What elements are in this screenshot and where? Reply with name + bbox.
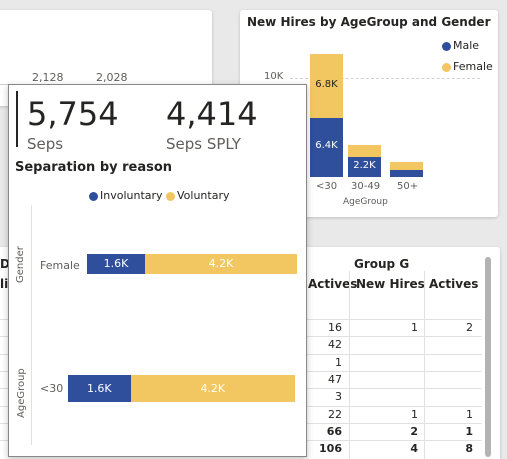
table-cell[interactable]: 22	[302, 408, 342, 421]
table-cell[interactable]: 4	[350, 442, 418, 455]
column-header-actives[interactable]: Actives	[429, 277, 478, 291]
axis-line	[31, 205, 32, 445]
kpi-accent-bar	[16, 91, 18, 147]
bar-data-label: 1.6K	[103, 257, 129, 270]
tooltip-panel: 5,754 Seps 4,414 Seps SPLY Separation by…	[8, 84, 307, 457]
table-cell[interactable]: 66	[302, 425, 342, 438]
category-label: <30	[40, 382, 64, 395]
bar-data-label: 1.6K	[86, 381, 112, 395]
column-female-1[interactable]	[348, 145, 381, 157]
table-cell[interactable]: 1	[302, 356, 342, 369]
table-cell[interactable]: 106	[302, 442, 342, 455]
column-data-label: 6.4K	[315, 140, 338, 152]
table-cell[interactable]: 1	[425, 425, 473, 438]
column-female-2[interactable]	[390, 162, 423, 170]
column-data-label: 2.2K	[353, 159, 376, 171]
column-header-new-hires[interactable]: New Hires	[356, 277, 425, 291]
dimension-label-agegroup: AgeGroup	[16, 368, 27, 418]
x-axis-tick: <30	[316, 181, 338, 192]
legend-male-marker	[442, 42, 451, 51]
legend-male[interactable]: Male	[453, 39, 479, 52]
seps-sply-label: Seps SPLY	[166, 135, 241, 153]
legend-involuntary-marker	[89, 192, 98, 201]
dimension-label-gender: Gender	[15, 246, 26, 283]
legend-female[interactable]: Female	[453, 60, 493, 73]
vertical-scrollbar[interactable]	[485, 257, 491, 457]
x-axis-tick: 30-49	[351, 181, 381, 192]
seps-sply-value: 4,414	[166, 95, 258, 133]
table-cell[interactable]: 2	[350, 425, 418, 438]
table-cell[interactable]: 16	[302, 321, 342, 334]
line-data-label: 2,028	[96, 71, 128, 84]
legend-female-marker	[442, 63, 451, 72]
legend-voluntary: Voluntary	[177, 189, 230, 202]
table-cell[interactable]: 42	[302, 338, 342, 351]
column-male-2[interactable]	[390, 169, 423, 177]
legend-involuntary: Involuntary	[100, 189, 163, 202]
table-cell[interactable]: 2	[425, 321, 473, 334]
group-g-header: Group G	[354, 257, 410, 271]
table-cell[interactable]: 3	[302, 390, 342, 403]
chart-title: New Hires by AgeGroup and Gender	[247, 15, 491, 29]
x-axis-tick: 50+	[397, 181, 419, 192]
table-cell[interactable]: 1	[425, 408, 473, 421]
bar-data-label: 4.2K	[208, 257, 234, 270]
table-cell[interactable]: 1	[350, 321, 418, 334]
table-cell[interactable]: 8	[425, 442, 473, 455]
line-data-label: 2,128	[32, 71, 64, 84]
seps-value: 5,754	[27, 95, 119, 133]
chart-title: Separation by reason	[15, 160, 173, 175]
legend-voluntary-marker	[166, 192, 175, 201]
table-cell[interactable]: 1	[350, 408, 418, 421]
seps-label: Seps	[27, 135, 64, 153]
column-data-label: 6.8K	[315, 79, 338, 90]
category-label: Female	[40, 259, 80, 272]
table-cell[interactable]: 47	[302, 373, 342, 386]
bar-data-label: 4.2K	[200, 381, 226, 395]
x-axis-label: AgeGroup	[343, 197, 388, 207]
y-axis-tick: 10K	[264, 71, 284, 82]
